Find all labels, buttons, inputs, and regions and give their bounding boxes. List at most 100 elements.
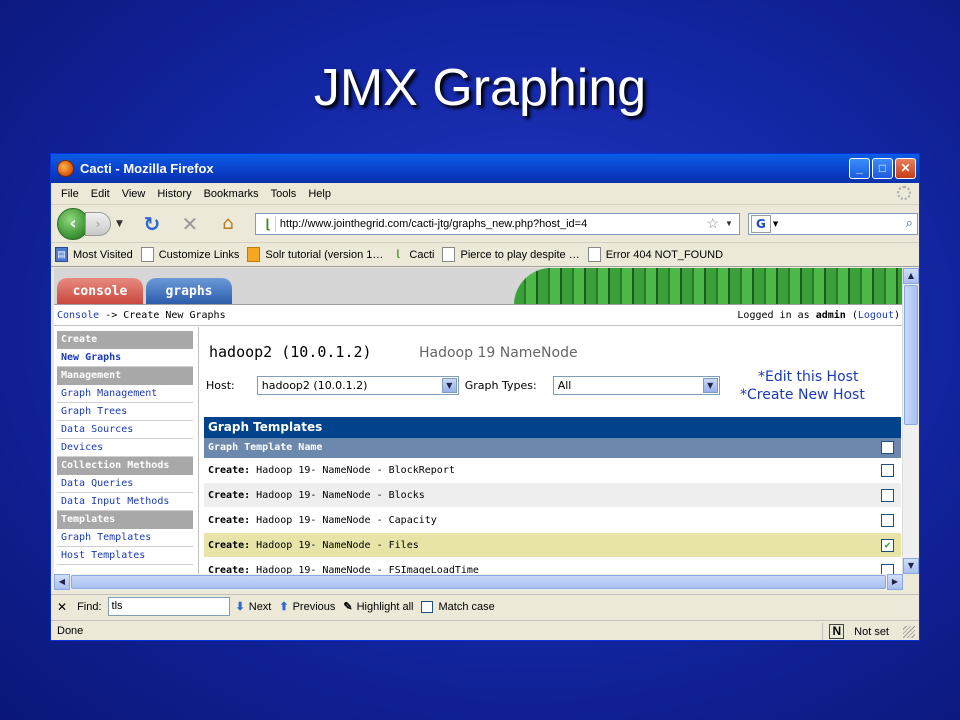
bookmark-label: Pierce to play despite … [460, 248, 580, 261]
find-next-button[interactable]: ⬇ Next [236, 600, 272, 614]
url-bar[interactable]: ɭ http://www.jointhegrid.com/cacti-jtg/g… [254, 212, 740, 235]
nav-data-input-methods[interactable]: Data Input Methods [57, 493, 193, 511]
nav-graph-management[interactable]: Graph Management [57, 385, 193, 403]
stop-icon[interactable]: ✕ [179, 212, 201, 236]
find-bar: ✕ Find: tls ⬇ Next ⬆ Previous ✎ Highlight a… [51, 594, 919, 618]
logout-link[interactable]: Logout [858, 310, 894, 321]
breadcrumb-current: Create New Graphs [123, 309, 226, 321]
nav-data-queries[interactable]: Data Queries [57, 475, 193, 493]
menu-view[interactable]: View [122, 188, 146, 200]
table-row: Create: Hadoop 19- NameNode - Blocks [204, 483, 901, 508]
menu-help[interactable]: Help [308, 188, 331, 200]
menu-file[interactable]: File [61, 188, 79, 200]
maximize-button[interactable]: □ [872, 158, 893, 179]
url-dropdown-icon[interactable]: ▼ [725, 219, 733, 228]
status-text: Done [57, 625, 84, 637]
menu-edit[interactable]: Edit [91, 188, 110, 200]
status-right: N Not set [822, 623, 915, 640]
graph-types-label: Graph Types: [464, 379, 537, 392]
tab-graphs[interactable]: graphs [146, 278, 232, 304]
graph-templates-table: Graph Templates Graph Template Name Crea… [204, 417, 901, 583]
nav-divider [198, 327, 199, 586]
vertical-scroll-thumb[interactable] [904, 285, 918, 425]
bookmark-label: Customize Links [158, 248, 240, 261]
menu-tools[interactable]: Tools [271, 188, 297, 200]
nav-graph-templates[interactable]: Graph Templates [57, 529, 193, 547]
nav-graph-trees[interactable]: Graph Trees [57, 403, 193, 421]
menu-history[interactable]: History [157, 188, 191, 200]
nav-new-graphs[interactable]: New Graphs [57, 349, 193, 367]
nav-data-sources[interactable]: Data Sources [57, 421, 193, 439]
bookmark-pierce[interactable]: Pierce to play despite … [442, 247, 580, 262]
breadcrumb-console-link[interactable]: Console [57, 310, 99, 321]
forward-button[interactable]: › [85, 211, 111, 236]
find-close-icon[interactable]: ✕ [57, 600, 67, 614]
bookmark-most-visited[interactable]: ▤ Most Visited [55, 247, 133, 262]
noscript-icon[interactable]: N [829, 624, 845, 639]
host-action-links: *Edit this Host *Create New Host [740, 368, 865, 404]
bookmark-label: Most Visited [73, 248, 133, 261]
firefox-icon [57, 160, 74, 177]
page-icon [442, 247, 456, 262]
host-description: Hadoop 19 NameNode [419, 345, 578, 361]
arrow-up-icon: ⬆ [279, 601, 289, 613]
minimize-button[interactable]: _ [849, 158, 870, 179]
google-engine-icon[interactable]: G [750, 214, 771, 233]
menu-bookmarks[interactable]: Bookmarks [204, 188, 259, 200]
bookmark-solr-tutorial[interactable]: Solr tutorial (version 1… [247, 247, 383, 262]
bookmark-error-404[interactable]: Error 404 NOT_FOUND [587, 247, 723, 262]
row-checkbox-checked[interactable]: ✔ [881, 539, 894, 552]
graph-types-select[interactable]: All ▼ [552, 376, 720, 395]
template-name: Hadoop 19- NameNode - Capacity [250, 515, 437, 526]
create-host-link[interactable]: Create New Host [747, 387, 865, 403]
search-bar[interactable]: G ▼ ⌕ [747, 212, 918, 235]
scroll-up-icon[interactable]: ▲ [903, 268, 919, 284]
scroll-down-icon[interactable]: ▼ [903, 558, 919, 574]
highlight-all-button[interactable]: ✎ Highlight all [343, 600, 413, 614]
asterisk: * [758, 369, 765, 385]
window-titlebar[interactable]: Cacti - Mozilla Firefox _ □ ✕ [51, 154, 919, 183]
scroll-left-icon[interactable]: ◀ [54, 574, 70, 590]
url-text[interactable]: http://www.jointhegrid.com/cacti-jtg/gra… [280, 218, 707, 230]
bookmark-label: Cacti [409, 248, 435, 261]
template-name: Hadoop 19- NameNode - Blocks [250, 490, 425, 501]
window-title: Cacti - Mozilla Firefox [80, 161, 214, 176]
search-icon[interactable]: ⌕ [906, 216, 913, 231]
page-content: console graphs Console -> Create New Gra… [54, 268, 903, 586]
tab-console[interactable]: console [57, 278, 143, 304]
home-icon[interactable]: ⌂ [217, 213, 239, 234]
close-button[interactable]: ✕ [895, 158, 916, 179]
horizontal-scroll-thumb[interactable] [71, 575, 886, 589]
left-navigation: Create New Graphs Management Graph Manag… [57, 331, 193, 565]
nav-devices[interactable]: Devices [57, 439, 193, 457]
edit-host-link[interactable]: Edit this Host [765, 369, 858, 385]
nav-host-templates[interactable]: Host Templates [57, 547, 193, 565]
table-row-selected: Create: Hadoop 19- NameNode - Files ✔ [204, 533, 901, 558]
navigation-toolbar: ‹ › ▼ ↻ ✕ ⌂ ɭ http://www.jointhegrid.com… [51, 205, 919, 243]
select-all-checkbox[interactable] [881, 441, 894, 454]
solr-icon [247, 247, 261, 262]
reload-icon[interactable]: ↻ [141, 212, 163, 236]
row-checkbox[interactable] [881, 514, 894, 527]
page-icon [140, 247, 154, 262]
nav-header-management: Management [57, 367, 193, 385]
bookmark-cacti[interactable]: ɭ Cacti [391, 247, 435, 262]
bookmark-customize-links[interactable]: Customize Links [140, 247, 240, 262]
find-input[interactable]: tls [107, 597, 230, 616]
find-previous-button[interactable]: ⬆ Previous [279, 600, 335, 614]
scroll-right-icon[interactable]: ▶ [887, 574, 903, 590]
match-case-toggle[interactable]: Match case [421, 600, 495, 613]
resize-grip-icon[interactable] [903, 625, 915, 638]
template-name: Hadoop 19- NameNode - Files [250, 540, 419, 551]
vertical-scrollbar[interactable]: ▲ ▼ [902, 268, 919, 574]
host-select[interactable]: hadoop2 (10.0.1.2) ▼ [256, 376, 459, 395]
row-checkbox[interactable] [881, 464, 894, 477]
horizontal-scrollbar[interactable]: ◀ ▶ [54, 574, 903, 590]
row-checkbox[interactable] [881, 489, 894, 502]
history-dropdown-icon[interactable]: ▼ [116, 219, 123, 229]
template-name: Hadoop 19- NameNode - BlockReport [250, 465, 455, 476]
login-prefix: Logged in as [737, 309, 816, 321]
engine-dropdown-icon[interactable]: ▼ [773, 220, 778, 228]
bookmark-star-icon[interactable]: ☆ [706, 215, 719, 232]
match-case-checkbox[interactable] [421, 600, 434, 613]
